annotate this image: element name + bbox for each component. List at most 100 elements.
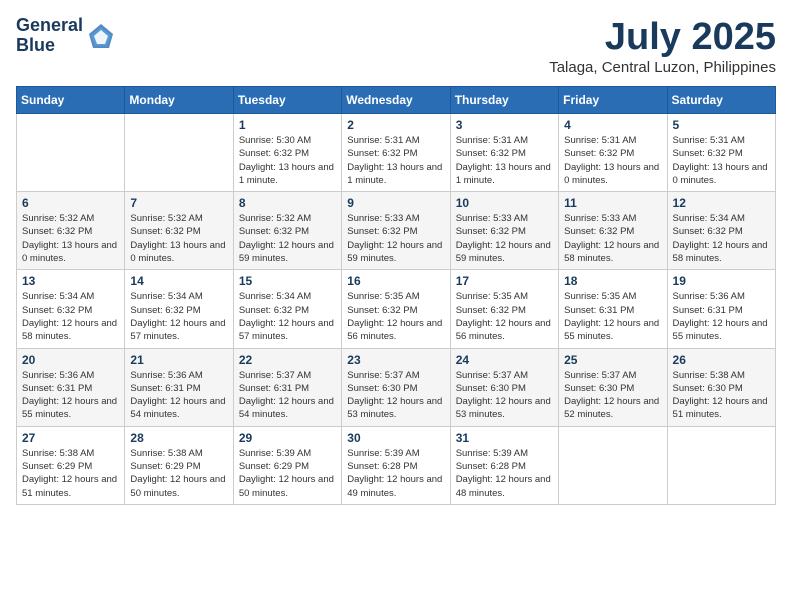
logo-icon [87,22,115,50]
logo: GeneralBlue [16,16,115,56]
day-info: Sunrise: 5:36 AM Sunset: 6:31 PM Dayligh… [673,290,770,343]
day-info: Sunrise: 5:39 AM Sunset: 6:28 PM Dayligh… [456,447,553,500]
calendar-week-5: 27 Sunrise: 5:38 AM Sunset: 6:29 PM Dayli… [17,426,776,504]
day-number: 16 [347,274,444,288]
day-info: Sunrise: 5:35 AM Sunset: 6:32 PM Dayligh… [347,290,444,343]
day-info: Sunrise: 5:31 AM Sunset: 6:32 PM Dayligh… [673,134,770,187]
calendar-cell: 3 Sunrise: 5:31 AM Sunset: 6:32 PM Daylig… [450,114,558,192]
day-number: 25 [564,353,661,367]
calendar-cell [667,426,775,504]
day-number: 26 [673,353,770,367]
page-header: GeneralBlue July 2025 Talaga, Central Lu… [16,16,776,76]
calendar-week-3: 13Sunrise: 5:34 AM Sunset: 6:32 PM Dayli… [17,270,776,348]
day-info: Sunrise: 5:37 AM Sunset: 6:30 PM Dayligh… [564,369,661,422]
calendar-cell: 16 Sunrise: 5:35 AM Sunset: 6:32 PM Dayli… [342,270,450,348]
calendar-cell: 21Sunrise: 5:36 AM Sunset: 6:31 PM Dayli… [125,348,233,426]
day-info: Sunrise: 5:36 AM Sunset: 6:31 PM Dayligh… [130,369,227,422]
day-info: Sunrise: 5:34 AM Sunset: 6:32 PM Dayligh… [22,290,119,343]
day-number: 7 [130,196,227,210]
logo-text: GeneralBlue [16,16,83,56]
calendar-cell: 13Sunrise: 5:34 AM Sunset: 6:32 PM Dayli… [17,270,125,348]
day-number: 17 [456,274,553,288]
day-number: 18 [564,274,661,288]
day-number: 12 [673,196,770,210]
weekday-header-tuesday: Tuesday [233,87,341,114]
calendar-week-1: 1 Sunrise: 5:30 AM Sunset: 6:32 PM Daylig… [17,114,776,192]
day-info: Sunrise: 5:32 AM Sunset: 6:32 PM Dayligh… [130,212,227,265]
calendar-cell: 25 Sunrise: 5:37 AM Sunset: 6:30 PM Dayli… [559,348,667,426]
calendar-cell: 17 Sunrise: 5:35 AM Sunset: 6:32 PM Dayli… [450,270,558,348]
calendar-cell: 6 Sunrise: 5:32 AM Sunset: 6:32 PM Daylig… [17,192,125,270]
calendar-cell: 28 Sunrise: 5:38 AM Sunset: 6:29 PM Dayli… [125,426,233,504]
day-info: Sunrise: 5:33 AM Sunset: 6:32 PM Dayligh… [456,212,553,265]
calendar-cell: 19 Sunrise: 5:36 AM Sunset: 6:31 PM Dayli… [667,270,775,348]
location-title: Talaga, Central Luzon, Philippines [549,59,776,76]
day-info: Sunrise: 5:37 AM Sunset: 6:30 PM Dayligh… [456,369,553,422]
calendar-cell: 7 Sunrise: 5:32 AM Sunset: 6:32 PM Daylig… [125,192,233,270]
day-number: 22 [239,353,336,367]
calendar-cell: 4Sunrise: 5:31 AM Sunset: 6:32 PM Daylig… [559,114,667,192]
day-info: Sunrise: 5:36 AM Sunset: 6:31 PM Dayligh… [22,369,119,422]
day-info: Sunrise: 5:35 AM Sunset: 6:31 PM Dayligh… [564,290,661,343]
day-info: Sunrise: 5:34 AM Sunset: 6:32 PM Dayligh… [130,290,227,343]
day-info: Sunrise: 5:35 AM Sunset: 6:32 PM Dayligh… [456,290,553,343]
day-number: 8 [239,196,336,210]
day-number: 6 [22,196,119,210]
weekday-header-thursday: Thursday [450,87,558,114]
calendar-cell [17,114,125,192]
weekday-header-wednesday: Wednesday [342,87,450,114]
calendar-cell: 22Sunrise: 5:37 AM Sunset: 6:31 PM Dayli… [233,348,341,426]
calendar-cell: 14 Sunrise: 5:34 AM Sunset: 6:32 PM Dayli… [125,270,233,348]
title-block: July 2025 Talaga, Central Luzon, Philipp… [549,16,776,76]
weekday-header-friday: Friday [559,87,667,114]
calendar-cell: 5Sunrise: 5:31 AM Sunset: 6:32 PM Daylig… [667,114,775,192]
calendar-cell: 11Sunrise: 5:33 AM Sunset: 6:32 PM Dayli… [559,192,667,270]
day-info: Sunrise: 5:38 AM Sunset: 6:29 PM Dayligh… [130,447,227,500]
calendar-cell: 20 Sunrise: 5:36 AM Sunset: 6:31 PM Dayli… [17,348,125,426]
day-info: Sunrise: 5:31 AM Sunset: 6:32 PM Dayligh… [456,134,553,187]
calendar-cell: 12Sunrise: 5:34 AM Sunset: 6:32 PM Dayli… [667,192,775,270]
calendar-cell: 15Sunrise: 5:34 AM Sunset: 6:32 PM Dayli… [233,270,341,348]
calendar-cell: 26Sunrise: 5:38 AM Sunset: 6:30 PM Dayli… [667,348,775,426]
day-number: 30 [347,431,444,445]
day-number: 27 [22,431,119,445]
day-number: 10 [456,196,553,210]
day-number: 20 [22,353,119,367]
calendar-cell: 8Sunrise: 5:32 AM Sunset: 6:32 PM Daylig… [233,192,341,270]
day-number: 24 [456,353,553,367]
day-info: Sunrise: 5:33 AM Sunset: 6:32 PM Dayligh… [347,212,444,265]
calendar-cell: 27 Sunrise: 5:38 AM Sunset: 6:29 PM Dayli… [17,426,125,504]
calendar-cell: 2 Sunrise: 5:31 AM Sunset: 6:32 PM Daylig… [342,114,450,192]
day-number: 19 [673,274,770,288]
calendar-cell: 9 Sunrise: 5:33 AM Sunset: 6:32 PM Daylig… [342,192,450,270]
day-info: Sunrise: 5:38 AM Sunset: 6:29 PM Dayligh… [22,447,119,500]
day-number: 1 [239,118,336,132]
weekday-header-saturday: Saturday [667,87,775,114]
day-info: Sunrise: 5:31 AM Sunset: 6:32 PM Dayligh… [347,134,444,187]
day-number: 15 [239,274,336,288]
calendar-cell: 31 Sunrise: 5:39 AM Sunset: 6:28 PM Dayli… [450,426,558,504]
day-number: 28 [130,431,227,445]
weekday-header-monday: Monday [125,87,233,114]
day-number: 3 [456,118,553,132]
day-number: 23 [347,353,444,367]
calendar-cell: 30 Sunrise: 5:39 AM Sunset: 6:28 PM Dayli… [342,426,450,504]
day-info: Sunrise: 5:39 AM Sunset: 6:28 PM Dayligh… [347,447,444,500]
day-number: 14 [130,274,227,288]
calendar-cell: 23Sunrise: 5:37 AM Sunset: 6:30 PM Dayli… [342,348,450,426]
day-number: 2 [347,118,444,132]
calendar-cell [125,114,233,192]
day-number: 31 [456,431,553,445]
calendar-cell: 1 Sunrise: 5:30 AM Sunset: 6:32 PM Daylig… [233,114,341,192]
calendar-table: SundayMondayTuesdayWednesdayThursdayFrid… [16,86,776,505]
calendar-week-4: 20 Sunrise: 5:36 AM Sunset: 6:31 PM Dayli… [17,348,776,426]
day-number: 4 [564,118,661,132]
calendar-cell: 18 Sunrise: 5:35 AM Sunset: 6:31 PM Dayli… [559,270,667,348]
day-info: Sunrise: 5:30 AM Sunset: 6:32 PM Dayligh… [239,134,336,187]
month-title: July 2025 [549,16,776,59]
weekday-header-sunday: Sunday [17,87,125,114]
day-number: 11 [564,196,661,210]
day-info: Sunrise: 5:32 AM Sunset: 6:32 PM Dayligh… [22,212,119,265]
day-number: 29 [239,431,336,445]
day-number: 9 [347,196,444,210]
